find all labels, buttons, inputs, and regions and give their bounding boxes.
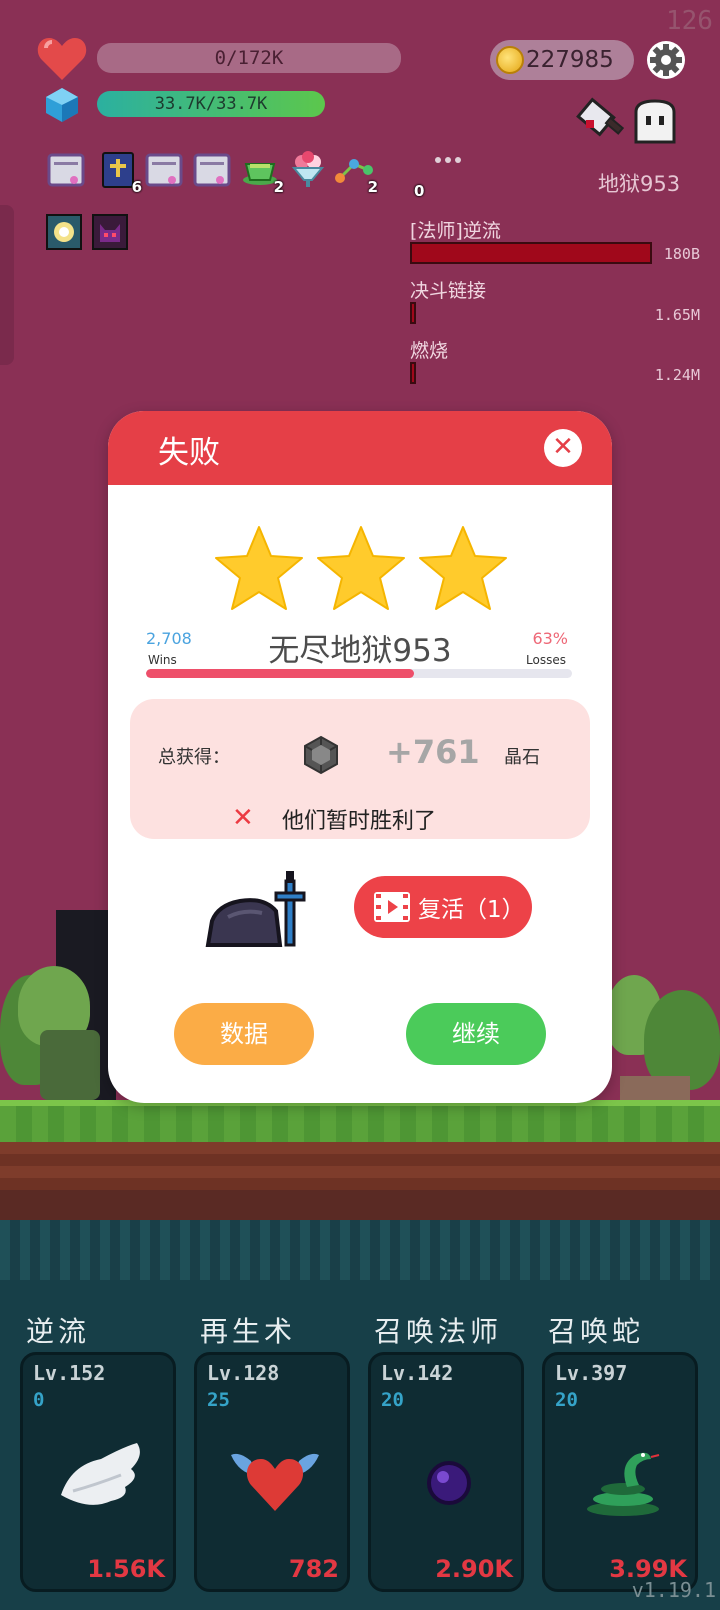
skill-name: 再生术 [200, 1315, 297, 1348]
enemy-effect-value: 180B [663, 245, 700, 263]
enemy-effect-value: 1.24M [654, 366, 700, 384]
losses-label: Losses [526, 653, 566, 667]
dialog-header: 失败 ✕ [108, 411, 612, 485]
buff-count: 2 [367, 178, 378, 196]
scroll-icon[interactable] [144, 150, 184, 190]
skill-cost: 25 [207, 1389, 230, 1411]
snake-icon [587, 1452, 660, 1516]
crystal-gem-icon [304, 735, 338, 775]
skill-price: 1.56K [87, 1555, 165, 1583]
skill-card-regeneration[interactable]: Lv.128 25 782 [194, 1352, 350, 1592]
star-icon [419, 526, 507, 610]
reward-unit: 晶石 [504, 747, 540, 768]
enemy-effect-bar [410, 362, 416, 384]
reward-label: 总获得： [158, 747, 230, 768]
grass-ground [0, 1100, 720, 1142]
mana-crystal-icon [46, 88, 78, 122]
ghost-icon[interactable] [632, 98, 678, 146]
wins-count: 2,708 [146, 629, 192, 648]
skill-level: Lv.152 [33, 1361, 106, 1385]
scroll-icon[interactable] [192, 150, 232, 190]
win-loss-progress [146, 669, 572, 678]
skill-level: Lv.142 [381, 1361, 454, 1385]
scroll-icon[interactable] [46, 150, 86, 190]
star-icon [215, 526, 303, 610]
enemy-effect-bar [410, 242, 652, 264]
health-value: 0/172K [214, 47, 284, 69]
tree-icon [644, 990, 720, 1090]
mana-bar: 33.7K/33.7K [97, 91, 325, 117]
book-icon[interactable]: 6 [98, 150, 142, 196]
enemy-effect-value: 1.65M [654, 306, 700, 324]
holy-light-icon[interactable] [46, 214, 82, 250]
fps-counter: 126 [666, 6, 713, 36]
stats-button[interactable]: 数据 [174, 1003, 314, 1065]
skill-name: 召唤法师 [374, 1315, 503, 1348]
demon-icon[interactable] [92, 214, 128, 250]
skill-level: Lv.128 [207, 1361, 280, 1385]
fence [620, 1076, 690, 1100]
winged-heart-icon [231, 1453, 319, 1511]
skill-card-summon-snake[interactable]: Lv.397 20 3.99K [542, 1352, 698, 1592]
skill-level: Lv.397 [555, 1361, 628, 1385]
buff-count: 0 [414, 182, 425, 200]
skill-name: 召唤蛇 [548, 1315, 645, 1348]
gold-value: 227985 [526, 47, 614, 73]
skill-card-summon-mage[interactable]: Lv.142 20 2.90K [368, 1352, 524, 1592]
skill-name: 逆流 [26, 1315, 91, 1348]
enemy-effect-label: 决斗链接 [410, 280, 487, 302]
skill-cost: 20 [555, 1389, 578, 1411]
progress-fill [146, 669, 415, 678]
purple-orb-icon [427, 1461, 471, 1505]
enemy-effect-label: 燃烧 [410, 340, 449, 362]
video-ad-icon [374, 892, 410, 922]
buff-count: 2 [273, 178, 284, 196]
version-label: v1.19.1 [631, 1578, 716, 1602]
tree-icon [40, 1030, 100, 1100]
buff-count: 6 [131, 178, 142, 196]
health-bar: 0/172K [97, 43, 401, 73]
revive-label: 复活（1） [418, 897, 525, 923]
continue-label: 继续 [452, 1020, 500, 1048]
enemy-effect-bar [410, 302, 416, 324]
water-band [0, 1220, 720, 1280]
losses-percent: 63% [532, 629, 568, 648]
gold-counter: 227985 [490, 40, 634, 80]
icecream-icon[interactable] [288, 150, 328, 190]
revive-button[interactable]: 复活（1） [354, 876, 532, 938]
skill-card-backflow[interactable]: Lv.152 0 1.56K [20, 1352, 176, 1592]
skill-cost: 20 [381, 1389, 404, 1411]
teacup-icon[interactable]: 2 [240, 150, 284, 196]
molecule-icon[interactable]: 2 [334, 150, 378, 196]
dirt-ground-deep [0, 1190, 720, 1220]
fail-x-icon: ✕ [232, 803, 254, 833]
stats-label: 数据 [220, 1020, 268, 1048]
gravestone-sword-icon [205, 871, 306, 947]
hell-level-label: 地狱953 [598, 172, 681, 196]
wing-icon [61, 1443, 140, 1505]
defeat-message: 他们暂时胜利了 [282, 809, 437, 834]
skill-price: 2.90K [435, 1555, 513, 1583]
reward-panel: 总获得： +761 晶石 ✕ 他们暂时胜利了 [130, 699, 590, 839]
close-button[interactable]: ✕ [544, 429, 582, 467]
reward-amount: +761 [386, 733, 480, 771]
cleaver-icon[interactable] [572, 96, 628, 148]
heart-icon [37, 38, 87, 80]
wins-label: Wins [148, 653, 177, 667]
dialog-title: 失败 [158, 435, 220, 471]
settings-gear-icon[interactable] [646, 40, 686, 80]
continue-button[interactable]: 继续 [406, 1003, 546, 1065]
star-icon [317, 526, 405, 610]
enemy-effect-label: [法师]逆流 [410, 220, 501, 242]
defeat-dialog: 失败 ✕ 无尽地狱953 2,708 Wins 63% Losses 总获得： … [108, 411, 612, 1103]
more-dots-icon[interactable]: 0 [414, 150, 468, 200]
skill-price: 782 [288, 1555, 339, 1583]
side-drawer-handle[interactable] [0, 205, 14, 365]
coin-icon [496, 46, 524, 74]
mana-value: 33.7K/33.7K [154, 94, 268, 114]
skill-cost: 0 [33, 1389, 45, 1411]
